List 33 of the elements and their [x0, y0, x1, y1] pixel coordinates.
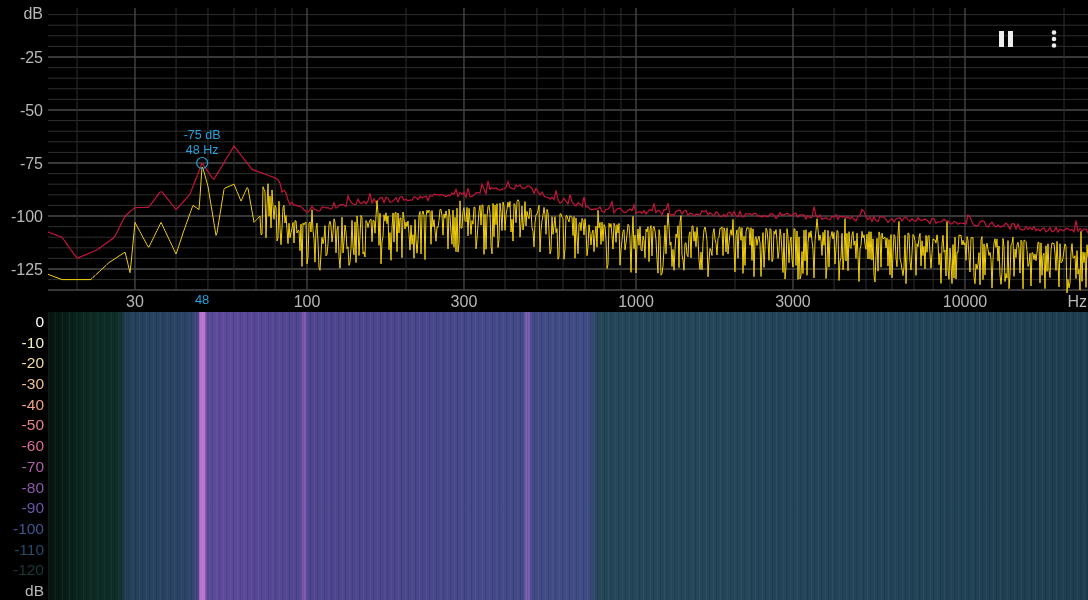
peak-frequency-label: 48 Hz — [185, 143, 219, 157]
intensity-scale-label: -30 — [21, 374, 44, 394]
intensity-scale-label: -10 — [21, 332, 44, 352]
x-axis-unit: Hz — [1067, 293, 1087, 310]
y-axis-unit: dB — [23, 5, 43, 22]
intensity-scale-label: -40 — [21, 394, 44, 414]
peak-marker-icon — [196, 156, 209, 170]
x-axis-tick: 30 — [126, 293, 144, 310]
more-options-icon[interactable] — [1051, 30, 1057, 48]
intensity-scale-label: -120 — [12, 560, 44, 580]
y-axis-tick: -50 — [19, 102, 43, 119]
y-axis-tick: -125 — [10, 261, 43, 278]
x-axis-tick: 3000 — [775, 293, 811, 310]
intensity-scale-label: -80 — [21, 477, 44, 497]
y-axis-tick: -25 — [19, 49, 43, 66]
intensity-scale-label: -60 — [21, 436, 44, 456]
x-axis-tick: 300 — [450, 293, 478, 310]
y-axis-tick: -100 — [10, 208, 43, 225]
peak-axis-label: 48 — [194, 292, 210, 307]
x-axis-tick: 10000 — [942, 293, 988, 310]
intensity-scale-label: -70 — [21, 456, 44, 476]
intensity-scale-label: -20 — [21, 353, 44, 373]
intensity-scale-label: -50 — [21, 415, 44, 435]
intensity-scale-label: -90 — [21, 498, 44, 518]
intensity-scale-label: -100 — [12, 518, 44, 538]
pause-icon[interactable] — [999, 31, 1013, 47]
peak-level-label: -75 dB — [183, 128, 221, 142]
x-axis-tick: 100 — [293, 293, 321, 310]
intensity-scale-label: 0 — [35, 312, 44, 331]
x-axis-tick: 1000 — [618, 293, 654, 310]
y-axis-tick: -75 — [19, 155, 43, 172]
intensity-unit: dB — [25, 580, 44, 600]
intensity-scale-label: -110 — [14, 539, 44, 559]
